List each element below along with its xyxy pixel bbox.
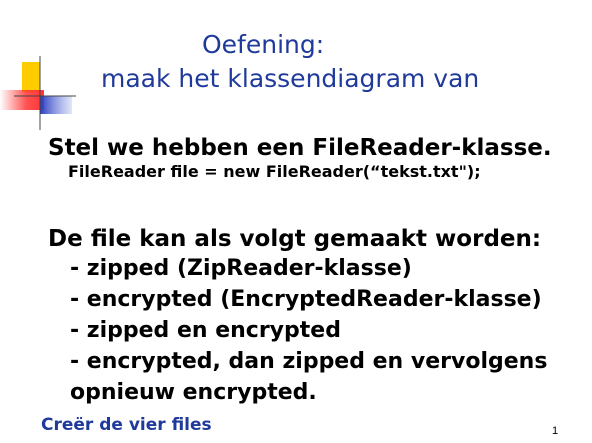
decorative-squares-logo — [0, 56, 76, 130]
code-line: FileReader file = new FileReader(“tekst.… — [68, 162, 481, 181]
list-item: - zipped en encrypted — [70, 318, 341, 343]
list-item: - encrypted (EncryptedReader-klasse) — [70, 287, 542, 312]
slide-title-line-1: Oefening: — [202, 30, 325, 59]
footer-note: Creër de vier files — [41, 415, 212, 435]
intro-heading: Stel we hebben een FileReader-klasse. — [48, 135, 552, 161]
list-item: - encrypted, dan zipped en vervolgens — [70, 349, 548, 374]
list-heading: De file kan als volgt gemaakt worden: — [48, 226, 542, 252]
list-item: opnieuw encrypted. — [70, 380, 317, 405]
slide-title-line-2: maak het klassendiagram van — [101, 64, 480, 93]
page-number: 1 — [552, 425, 559, 437]
list-item: - zipped (ZipReader-klasse) — [70, 256, 412, 281]
